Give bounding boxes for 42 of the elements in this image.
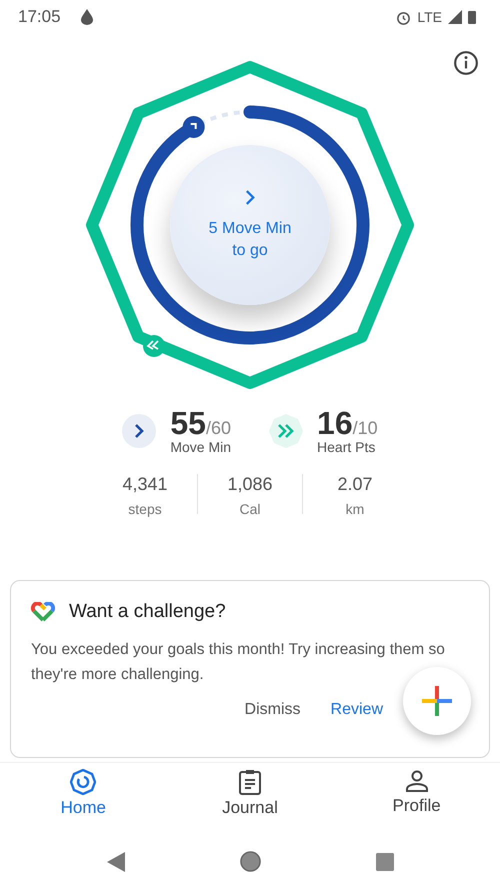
goal-label: Heart Pts: [317, 439, 376, 455]
card-body: You exceeded your goals this month! Try increasing them so they're more challenging.: [31, 640, 446, 685]
recents-icon[interactable]: [376, 852, 394, 870]
stat-value: 1,086: [227, 474, 273, 495]
move-marker-icon: [182, 116, 205, 138]
goal-label: Move Min: [170, 439, 232, 455]
battery-icon: [468, 10, 476, 24]
stat-unit: Cal: [239, 501, 260, 517]
info-icon[interactable]: [453, 50, 479, 76]
nav-tab[interactable]: Journal: [194, 763, 305, 834]
status-time: 17:05: [18, 7, 61, 27]
card-action-button[interactable]: Dismiss: [244, 697, 301, 723]
heart-points-icon: [269, 414, 304, 448]
goal-text: 5 Move Min to go: [208, 218, 292, 260]
nav-tab[interactable]: Profile: [362, 763, 472, 834]
card-title: Want a challenge?: [69, 601, 226, 623]
goal-value: 16: [317, 407, 353, 439]
card-action-button[interactable]: Review: [330, 697, 383, 723]
heart-logo-icon: [31, 602, 55, 622]
heart-marker-icon: [143, 335, 165, 357]
back-icon[interactable]: [106, 852, 124, 872]
stat-value: 4,341: [122, 474, 168, 495]
drop-icon: [80, 9, 93, 25]
home-icon[interactable]: [238, 850, 262, 873]
stat-value: 2.07: [337, 474, 373, 495]
network-label: LTE: [417, 9, 442, 25]
alarm-icon: [396, 10, 412, 24]
nav-tab[interactable]: Home: [28, 763, 138, 834]
move-minutes-icon: [122, 414, 156, 448]
person-icon: [404, 769, 429, 793]
add-button[interactable]: [403, 667, 471, 735]
goal-value: 55: [170, 407, 206, 439]
plus-icon: [421, 685, 453, 717]
clipboard-icon: [238, 769, 262, 795]
goal-target: /60: [206, 418, 231, 439]
goal-target: /10: [352, 418, 378, 439]
home-ring-icon: [70, 769, 96, 795]
signal-icon: [448, 10, 462, 24]
goal-button[interactable]: 5 Move Min to go: [170, 145, 330, 305]
stat-unit: steps: [128, 501, 162, 517]
stat-unit: km: [346, 501, 364, 517]
chevron-right-icon: [244, 188, 256, 206]
